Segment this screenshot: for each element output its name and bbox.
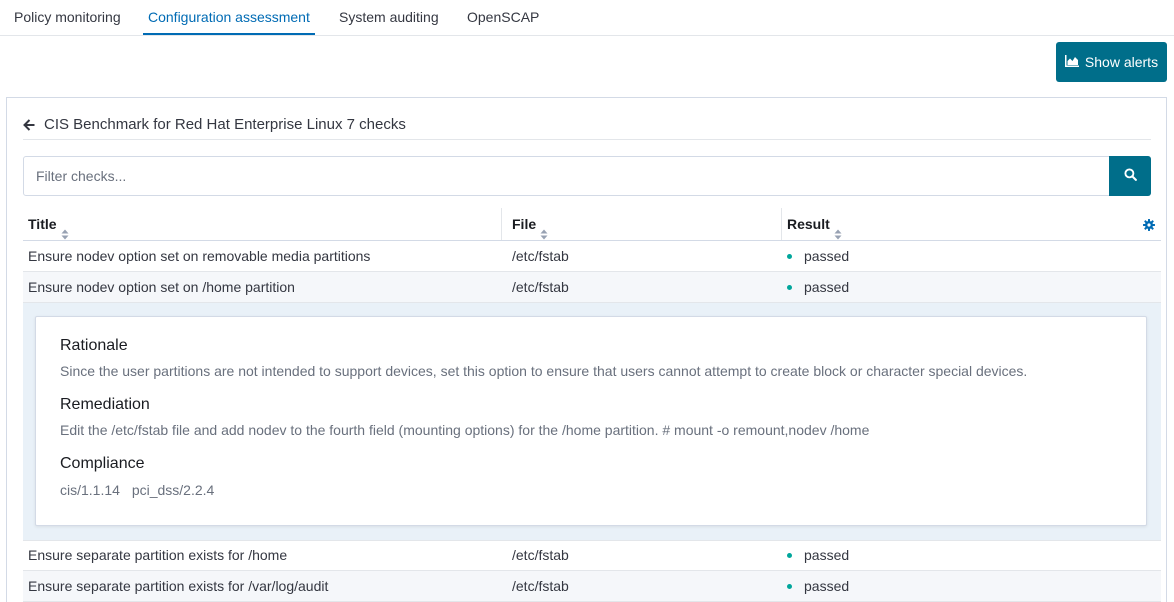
row-result: passed	[787, 540, 849, 570]
status-label: passed	[804, 578, 850, 594]
remediation-heading: Remediation	[60, 396, 150, 413]
compliance-heading: Compliance	[60, 455, 145, 472]
row-file: /etc/fstab	[512, 578, 569, 594]
sort-icon	[540, 219, 548, 239]
sort-icon	[61, 219, 69, 239]
panel-title: CIS Benchmark for Red Hat Enterprise Lin…	[44, 116, 406, 133]
area-chart-icon	[1064, 54, 1079, 70]
arrow-left-icon[interactable]	[23, 118, 35, 131]
tab-bar: Policy monitoring Configuration assessme…	[0, 0, 1174, 36]
compliance-list: cis/1.1.14 pci_dss/2.2.4	[60, 482, 222, 498]
table-header: Title File Result	[23, 208, 1161, 241]
details-card: Rationale Since the user partitions are …	[35, 316, 1147, 526]
row-title: Ensure separate partition exists for /va…	[28, 578, 329, 594]
row-file: /etc/fstab	[512, 279, 569, 295]
column-divider	[781, 208, 782, 240]
search-icon	[1123, 168, 1137, 184]
tab-configuration-assessment[interactable]: Configuration assessment	[143, 0, 315, 35]
row-result: passed	[787, 571, 849, 601]
rationale-text: Since the user partitions are not intend…	[60, 363, 1028, 379]
status-label: passed	[804, 248, 850, 264]
table-row[interactable]: Ensure nodev option set on /home partiti…	[23, 272, 1161, 303]
tab-policy-monitoring[interactable]: Policy monitoring	[14, 0, 121, 35]
filter-bar	[23, 156, 1151, 196]
rationale-heading: Rationale	[60, 337, 128, 354]
status-dot	[787, 284, 792, 290]
status-label: passed	[804, 547, 850, 563]
panel-header: CIS Benchmark for Red Hat Enterprise Lin…	[23, 110, 1151, 140]
checks-panel: CIS Benchmark for Red Hat Enterprise Lin…	[6, 97, 1167, 602]
row-file: /etc/fstab	[512, 547, 569, 563]
status-dot	[787, 583, 792, 589]
status-dot	[787, 253, 792, 259]
column-title-label: Title	[28, 216, 57, 232]
column-result-label: Result	[787, 216, 830, 232]
status-dot	[787, 552, 792, 558]
row-title: Ensure nodev option set on /home partiti…	[28, 279, 295, 295]
column-divider	[501, 208, 502, 240]
expanded-row-details: Rationale Since the user partitions are …	[23, 303, 1161, 541]
table-row[interactable]: Ensure nodev option set on removable med…	[23, 241, 1161, 272]
row-result: passed	[787, 272, 849, 302]
row-file: /etc/fstab	[512, 248, 569, 264]
row-title: Ensure separate partition exists for /ho…	[28, 547, 288, 563]
gear-icon[interactable]	[1143, 218, 1155, 231]
show-alerts-button[interactable]: Show alerts	[1056, 42, 1167, 82]
search-button[interactable]	[1109, 156, 1151, 196]
column-result[interactable]: Result	[787, 208, 842, 240]
remediation-text: Edit the /etc/fstab file and add nodev t…	[60, 422, 870, 438]
row-result: passed	[787, 241, 849, 271]
sort-icon	[834, 219, 842, 239]
column-file-label: File	[512, 216, 537, 232]
column-title[interactable]: Title	[28, 208, 69, 240]
row-title: Ensure nodev option set on removable med…	[28, 248, 371, 264]
filter-checks-input[interactable]	[24, 157, 1110, 195]
tab-openscap[interactable]: OpenSCAP	[467, 0, 539, 35]
compliance-item: pci_dss/2.2.4	[131, 482, 215, 498]
tab-system-auditing[interactable]: System auditing	[339, 0, 439, 35]
table-row[interactable]: Ensure separate partition exists for /va…	[23, 571, 1161, 602]
table-row[interactable]: Ensure separate partition exists for /ho…	[23, 540, 1161, 571]
show-alerts-label: Show alerts	[1084, 54, 1159, 70]
compliance-item: cis/1.1.14	[60, 482, 120, 498]
column-file[interactable]: File	[512, 208, 548, 240]
status-label: passed	[804, 279, 850, 295]
